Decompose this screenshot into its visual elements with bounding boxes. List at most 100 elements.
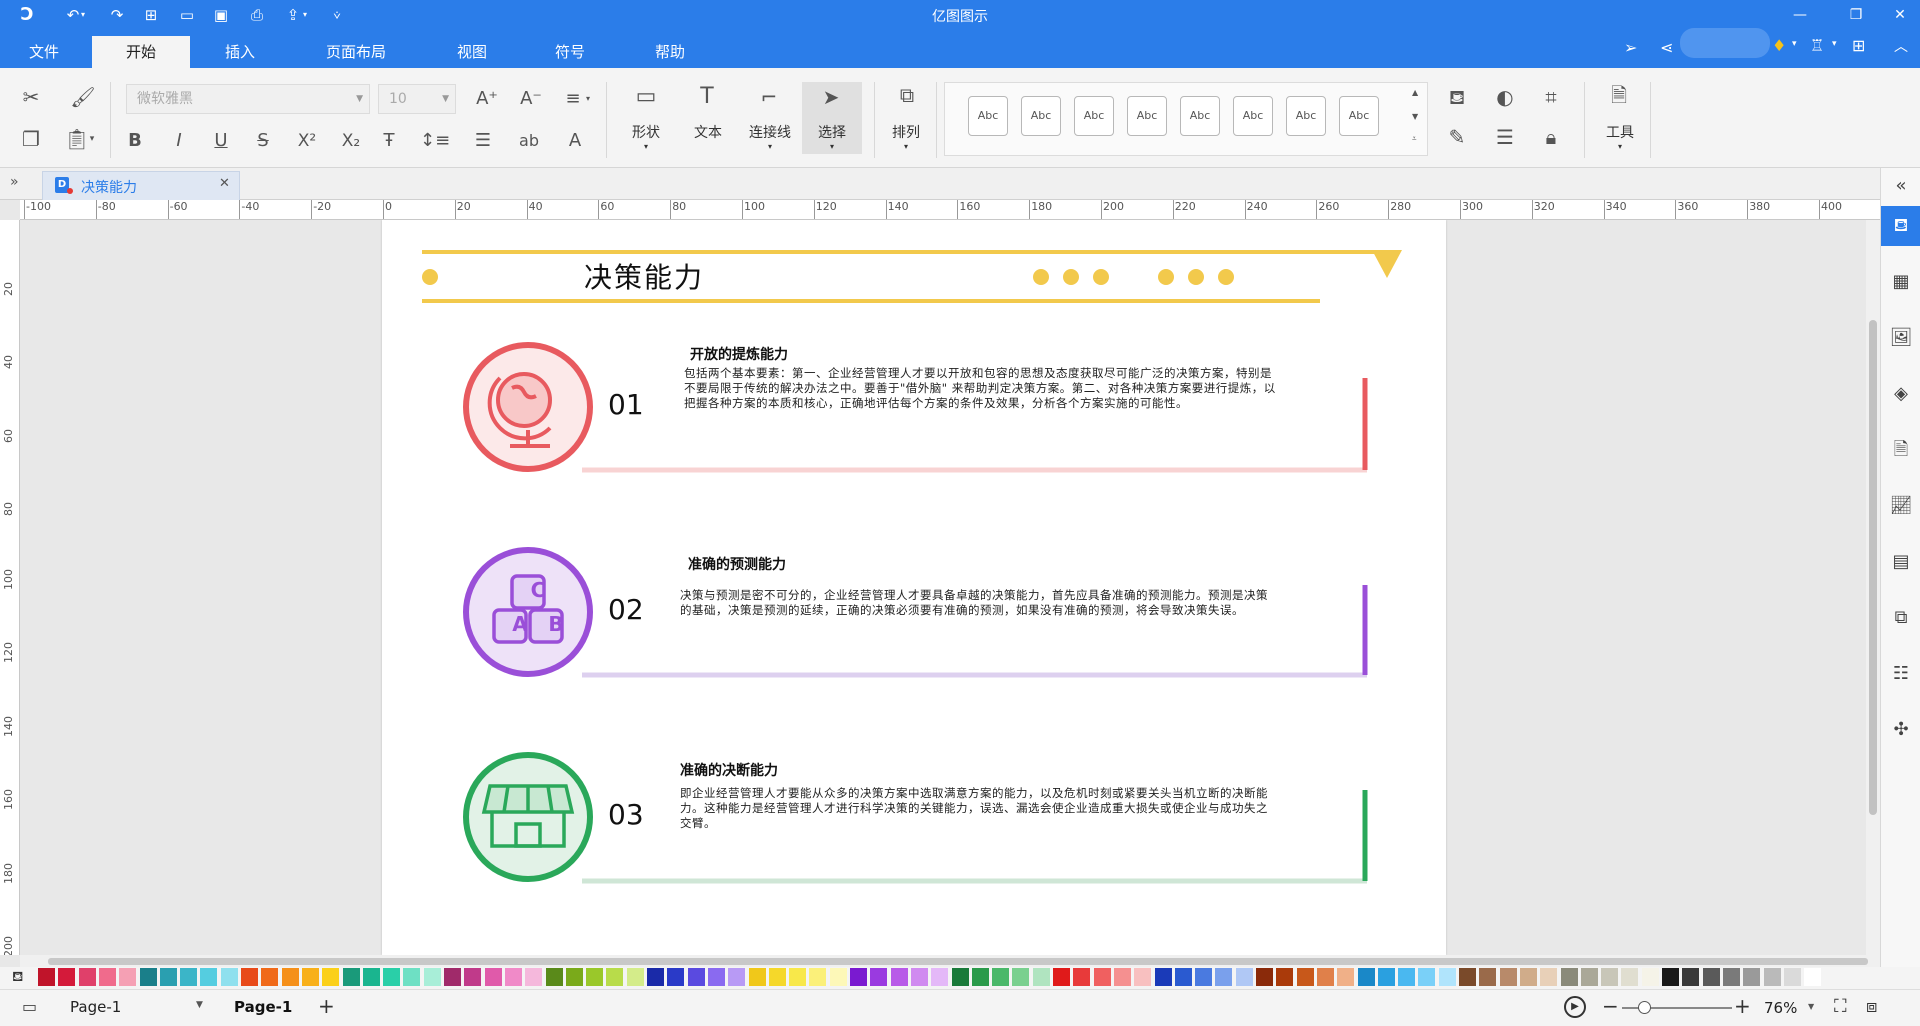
zoom-level[interactable]: 76% — [1764, 999, 1797, 1017]
lock-icon[interactable]: 🔒︎ — [1538, 124, 1564, 150]
color-swatch[interactable] — [1276, 968, 1294, 986]
color-swatch[interactable] — [423, 968, 441, 986]
color-swatch[interactable] — [180, 968, 198, 986]
color-swatch[interactable] — [606, 968, 624, 986]
current-page-tab[interactable]: Page-1 — [234, 998, 292, 1016]
color-swatch[interactable] — [1763, 968, 1781, 986]
bullet-list-icon[interactable]: ☰ — [470, 128, 496, 154]
fill-bucket-icon[interactable]: ⛾ — [12, 969, 23, 987]
color-swatch[interactable] — [220, 968, 238, 986]
italic-icon[interactable]: I — [166, 128, 192, 154]
color-swatch[interactable] — [1459, 968, 1476, 986]
color-swatch[interactable] — [1641, 968, 1659, 986]
color-swatch[interactable] — [850, 968, 867, 986]
color-swatch[interactable] — [1499, 968, 1517, 986]
style-preset-2[interactable]: Abc — [1021, 96, 1061, 136]
color-swatch[interactable] — [281, 968, 299, 986]
vip-dropdown-icon[interactable]: ▾ — [1792, 39, 1797, 49]
color-swatch[interactable] — [971, 968, 989, 986]
color-swatch[interactable] — [1357, 968, 1375, 986]
color-swatch[interactable] — [707, 968, 725, 986]
color-swatch[interactable] — [1519, 968, 1537, 986]
line-color-icon[interactable]: ✎ — [1444, 124, 1470, 150]
shadow-icon[interactable]: ◐ — [1492, 84, 1518, 110]
section-3-heading[interactable]: 准确的决断能力 — [680, 760, 778, 780]
color-swatch[interactable] — [748, 968, 766, 986]
minimize-button[interactable]: — — [1780, 2, 1820, 28]
text-style-icon[interactable]: Ŧ — [376, 128, 402, 154]
tab-insert[interactable]: 插入 — [210, 36, 270, 68]
fit-to-page-icon[interactable]: ⛶ — [1834, 996, 1847, 1017]
increase-font-icon[interactable]: A⁺ — [474, 86, 500, 112]
share-icon[interactable]: ⋖ — [1660, 38, 1673, 57]
color-swatch[interactable] — [1195, 968, 1213, 986]
color-swatch[interactable] — [910, 968, 928, 986]
page-selector[interactable]: Page-1 ▼ — [70, 998, 210, 1016]
diagram-page[interactable]: 决策能力 C A B 01 开放的提炼能力 包括两个基本要素：第一、企业经营管理… — [382, 220, 1446, 955]
decrease-font-icon[interactable]: A⁻ — [518, 86, 544, 112]
layout-grid-icon[interactable]: ▦ — [1889, 270, 1913, 294]
color-swatch[interactable] — [1174, 968, 1192, 986]
color-swatch[interactable] — [992, 968, 1010, 986]
color-swatch[interactable] — [1398, 968, 1416, 986]
color-swatch[interactable] — [931, 968, 949, 986]
color-swatch[interactable] — [1073, 968, 1091, 986]
color-swatch[interactable] — [403, 968, 421, 986]
cut-icon[interactable]: ✂ — [18, 84, 44, 110]
color-swatch[interactable] — [1012, 968, 1030, 986]
color-swatch[interactable] — [119, 968, 137, 986]
vertical-scroll-thumb[interactable] — [1869, 320, 1877, 815]
font-name-select[interactable]: 微软雅黑 ▼ — [126, 84, 370, 114]
color-swatch[interactable] — [301, 968, 319, 986]
color-swatch[interactable] — [1215, 968, 1233, 986]
theme-dropdown-icon[interactable]: ▾ — [1832, 39, 1837, 49]
expand-library-icon[interactable]: » — [10, 174, 19, 190]
color-swatch[interactable] — [1580, 968, 1598, 986]
section-1-body[interactable]: 包括两个基本要素：第一、企业经营管理人才要以开放和包容的思想及态度获取尽可能广泛… — [684, 366, 1356, 411]
font-color-icon[interactable]: A — [562, 128, 588, 154]
vip-crown-icon[interactable]: ♦ — [1772, 36, 1786, 55]
arrange-button[interactable]: 排列 — [882, 122, 930, 142]
subscript-icon[interactable]: X₂ — [338, 128, 364, 154]
zoom-dropdown-icon[interactable]: ▼ — [1808, 1002, 1814, 1011]
org-chart-icon[interactable]: ⧉ — [1889, 606, 1913, 630]
color-swatch[interactable] — [1235, 968, 1253, 986]
copy-icon[interactable]: ❐ — [18, 126, 44, 152]
horizontal-scrollbar[interactable] — [20, 955, 1880, 967]
color-swatch[interactable] — [687, 968, 705, 986]
connector-icon[interactable]: ⌐ — [756, 84, 782, 110]
text-tool-icon[interactable]: T — [694, 84, 720, 110]
tab-view[interactable]: 视图 — [442, 36, 502, 68]
color-swatch[interactable] — [951, 968, 969, 986]
tab-page-layout[interactable]: 页面布局 — [316, 36, 396, 68]
color-swatch[interactable] — [342, 968, 360, 986]
shape-icon[interactable]: ▭ — [633, 84, 659, 110]
color-swatch[interactable] — [58, 968, 76, 986]
paste-dropdown-icon[interactable]: ▾ — [86, 126, 98, 152]
color-swatch[interactable] — [667, 968, 685, 986]
style-preset-4[interactable]: Abc — [1127, 96, 1167, 136]
send-icon[interactable]: ➢ — [1624, 38, 1637, 57]
color-swatch[interactable] — [1377, 968, 1395, 986]
style-preset-8[interactable]: Abc — [1339, 96, 1379, 136]
line-style-icon[interactable]: ☰ — [1492, 124, 1518, 150]
color-swatch[interactable] — [1438, 968, 1456, 986]
style-preset-5[interactable]: Abc — [1180, 96, 1220, 136]
tools-button[interactable]: 工具 — [1596, 122, 1644, 142]
color-swatch[interactable] — [159, 968, 177, 986]
apps-grid-icon[interactable]: ⊞ — [1852, 36, 1865, 55]
format-painter-icon[interactable]: 🖌︎ — [70, 84, 96, 110]
text-case-icon[interactable]: ab — [516, 128, 542, 154]
section-2-number[interactable]: 02 — [608, 593, 644, 626]
add-page-button[interactable]: + — [318, 994, 335, 1018]
close-tab-icon[interactable]: ✕ — [219, 176, 230, 191]
color-swatch[interactable] — [1621, 968, 1639, 986]
color-swatch[interactable] — [484, 968, 502, 986]
color-swatch[interactable] — [1418, 968, 1436, 986]
select-pointer-icon[interactable]: ➤ — [818, 84, 844, 110]
style-preset-1[interactable]: Abc — [968, 96, 1008, 136]
line-spacing-icon[interactable]: ↕≡ — [420, 128, 450, 154]
select-button[interactable]: 选择 — [808, 122, 856, 142]
color-swatch[interactable] — [1560, 968, 1578, 986]
color-swatch[interactable] — [829, 968, 847, 986]
